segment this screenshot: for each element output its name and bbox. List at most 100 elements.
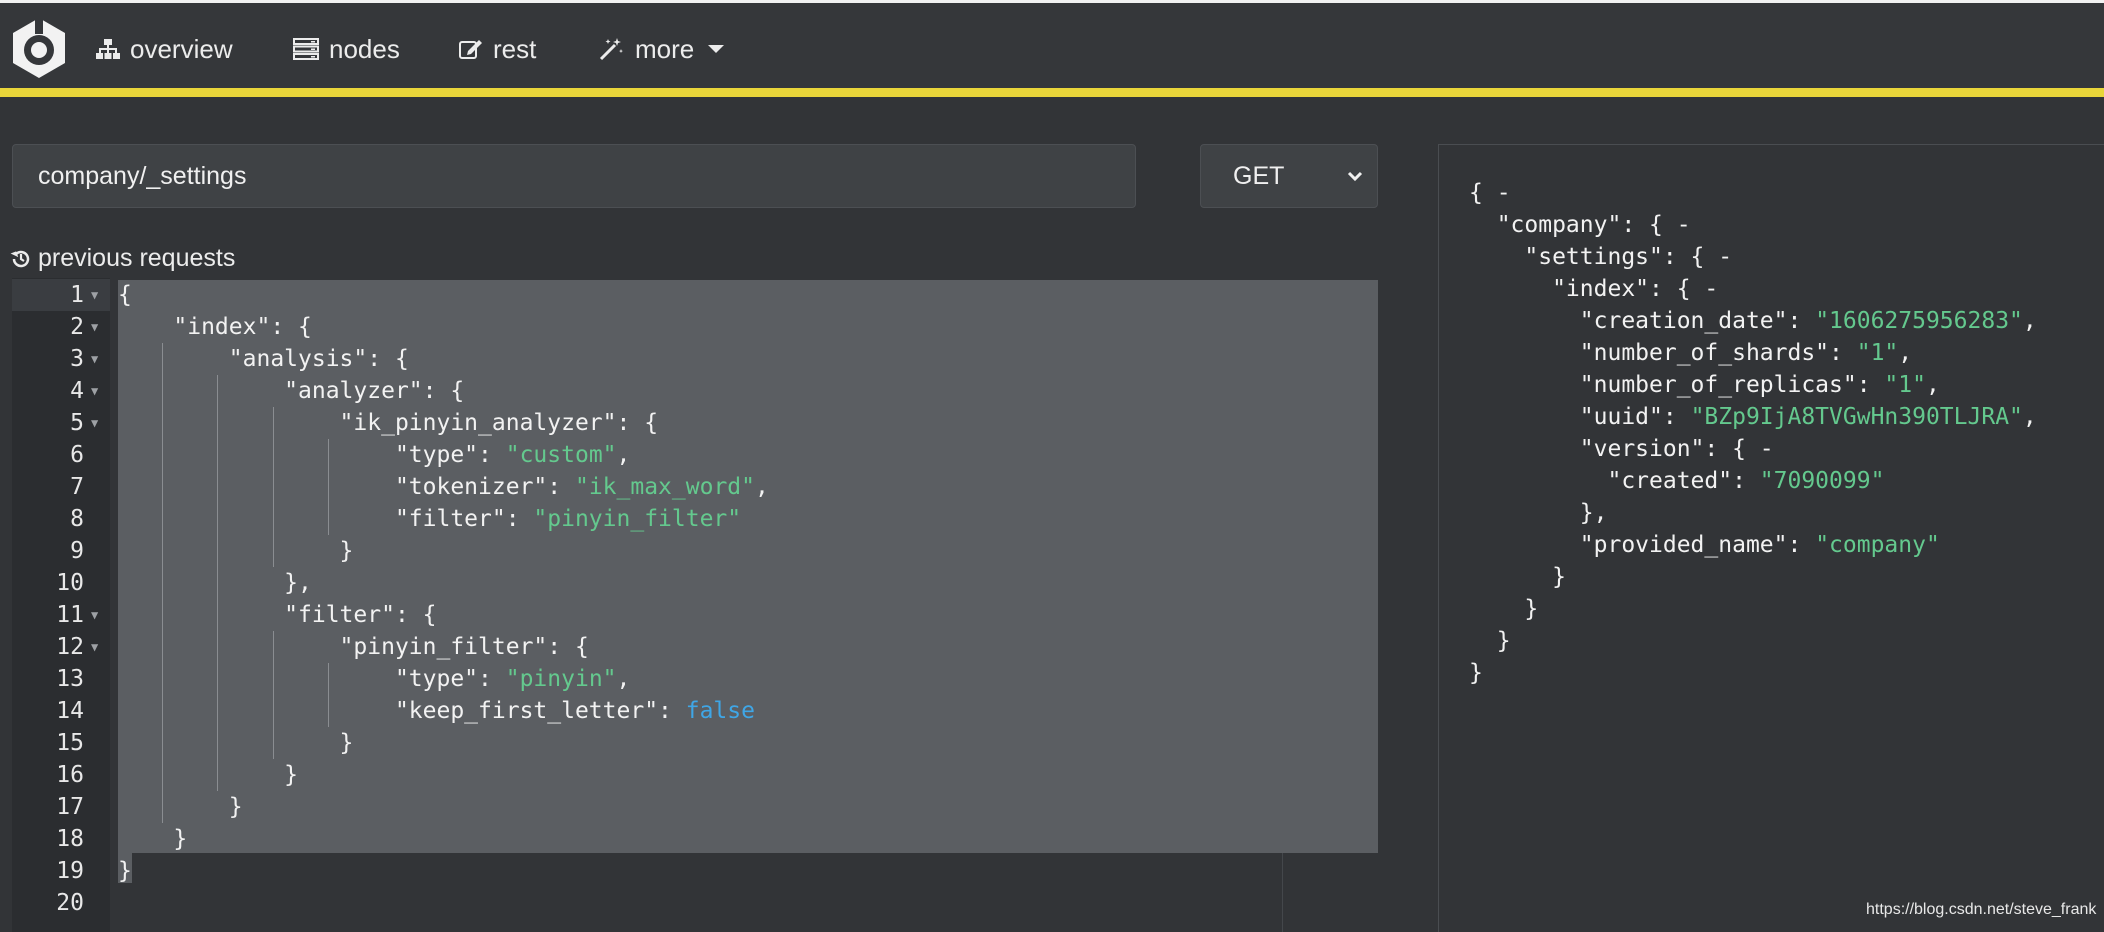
code-token: },: [118, 570, 312, 596]
server-icon: [293, 38, 319, 60]
response-line: }: [1469, 561, 1566, 593]
string-token: "1606275956283": [1815, 308, 2023, 334]
watermark: https://blog.csdn.net/steve_frank: [1866, 901, 2097, 918]
code-token: "pinyin_filter": {: [118, 634, 589, 660]
code-token: "settings": { -: [1469, 244, 1733, 270]
string-token: "BZp9IjA8TVGwHn390TLJRA": [1690, 404, 2023, 430]
line-number: 19: [56, 858, 84, 884]
line-number: 20: [56, 890, 84, 916]
response-line: "number_of_shards": "1",: [1469, 337, 1912, 369]
code-token: "provided_name":: [1469, 532, 1816, 558]
line-number: 8: [70, 506, 84, 532]
code-token: ,: [2022, 308, 2037, 334]
code-line: {: [118, 279, 132, 311]
code-token: "uuid":: [1469, 404, 1691, 430]
chevron-down-icon: [1347, 171, 1363, 181]
code-line: }: [118, 855, 132, 887]
code-token: ,: [754, 474, 769, 500]
boolean-token: false: [685, 698, 755, 724]
fold-toggle-icon[interactable]: ▼: [91, 375, 98, 407]
response-line: },: [1469, 497, 1608, 529]
previous-requests-label: previous requests: [38, 244, 236, 272]
line-number: 12: [56, 634, 84, 660]
previous-requests-link[interactable]: previous requests: [10, 244, 235, 273]
nav-overview-label: overview: [130, 33, 233, 64]
editor-code-area[interactable]: { "index": { "analysis": { "analyzer": {…: [118, 278, 1378, 932]
method-select[interactable]: GET: [1200, 144, 1378, 208]
code-line: "tokenizer": "ik_max_word",: [118, 471, 769, 503]
line-number: 10: [56, 570, 84, 596]
fold-toggle-icon[interactable]: ▼: [91, 279, 98, 311]
string-token: "company": [1815, 532, 1940, 558]
string-token: "pinyin": [505, 666, 617, 692]
line-number: 15: [56, 730, 84, 756]
top-navbar: overview nodes rest more: [0, 3, 2104, 88]
code-line: "ik_pinyin_analyzer": {: [118, 407, 659, 439]
code-token: },: [1469, 500, 1608, 526]
response-line: "company": { -: [1469, 209, 1691, 241]
response-line: "creation_date": "1606275956283",: [1469, 305, 2037, 337]
nav-more[interactable]: more: [599, 31, 725, 67]
string-token: "custom": [505, 442, 617, 468]
response-line: { -: [1469, 177, 1511, 209]
response-line: "settings": { -: [1469, 241, 1732, 273]
line-number: 13: [56, 666, 84, 692]
line-number: 18: [56, 826, 84, 852]
line-number: 17: [56, 794, 84, 820]
code-token: "number_of_replicas":: [1469, 372, 1885, 398]
code-token: }: [118, 794, 243, 820]
code-token: "analysis": {: [118, 346, 409, 372]
response-panel: { - "company": { - "settings": { - "inde…: [1438, 144, 2104, 932]
code-line: "index": {: [118, 311, 312, 343]
code-token: }: [118, 730, 354, 756]
code-token: "creation_date":: [1469, 308, 1816, 334]
code-line: "analyzer": {: [118, 375, 464, 407]
string-token: "ik_max_word": [574, 474, 755, 500]
code-token: }: [118, 826, 188, 852]
code-token: "analyzer": {: [118, 378, 465, 404]
nav-overview[interactable]: overview: [96, 31, 233, 67]
response-line: "version": { -: [1469, 433, 1774, 465]
code-token: }: [1469, 660, 1483, 686]
code-token: "tokenizer":: [118, 474, 575, 500]
response-line: "index": { -: [1469, 273, 1718, 305]
response-line: }: [1469, 593, 1538, 625]
code-token: "filter": {: [118, 602, 437, 628]
code-token: "index": {: [118, 314, 312, 340]
code-line: "filter": {: [118, 599, 437, 631]
line-number: 6: [70, 442, 84, 468]
line-number: 1: [70, 282, 84, 308]
fold-toggle-icon[interactable]: ▼: [91, 599, 98, 631]
editor-gutter: 1 ▼ 2 ▼ 3 ▼ 4 ▼ 5 ▼ 6 7 8 9 10 11 ▼ 12 ▼ 13 14 15 16 17 18 19 20: [12, 278, 110, 932]
code-token: "ik_pinyin_analyzer": {: [118, 410, 659, 436]
code-token: "keep_first_letter":: [118, 698, 686, 724]
fold-toggle-icon[interactable]: ▼: [91, 631, 98, 663]
fold-toggle-icon[interactable]: ▼: [91, 311, 98, 343]
code-line: "analysis": {: [118, 343, 409, 375]
code-token: ,: [616, 442, 631, 468]
line-number: 2: [70, 314, 84, 340]
line-number: 11: [56, 602, 84, 628]
nav-nodes[interactable]: nodes: [293, 31, 400, 67]
fold-toggle-icon[interactable]: ▼: [91, 407, 98, 439]
code-token: "company": { -: [1469, 212, 1691, 238]
magic-wand-icon: [599, 38, 623, 61]
cerebro-logo-icon[interactable]: [10, 16, 68, 80]
nav-rest-label: rest: [493, 33, 537, 64]
line-number: 4: [70, 378, 84, 404]
response-line: "uuid": "BZp9IjA8TVGwHn390TLJRA",: [1469, 401, 2037, 433]
fold-toggle-icon[interactable]: ▼: [91, 343, 98, 375]
code-line: "keep_first_letter": false: [118, 695, 755, 727]
line-number: 16: [56, 762, 84, 788]
response-line: }: [1469, 625, 1511, 657]
code-token: ,: [1925, 372, 1940, 398]
code-token: "number_of_shards":: [1469, 340, 1857, 366]
code-token: "created":: [1469, 468, 1760, 494]
request-body-editor[interactable]: 1 ▼ 2 ▼ 3 ▼ 4 ▼ 5 ▼ 6 7 8 9 10 11 ▼ 12 ▼ 13 14 15 16 17 18 19 20 {…: [12, 278, 1378, 932]
code-line: "pinyin_filter": {: [118, 631, 589, 663]
code-line: }: [118, 727, 354, 759]
nav-rest[interactable]: rest: [459, 31, 536, 67]
code-line: "type": "pinyin",: [118, 663, 630, 695]
line-number: 7: [70, 474, 84, 500]
url-input[interactable]: [12, 144, 1136, 208]
